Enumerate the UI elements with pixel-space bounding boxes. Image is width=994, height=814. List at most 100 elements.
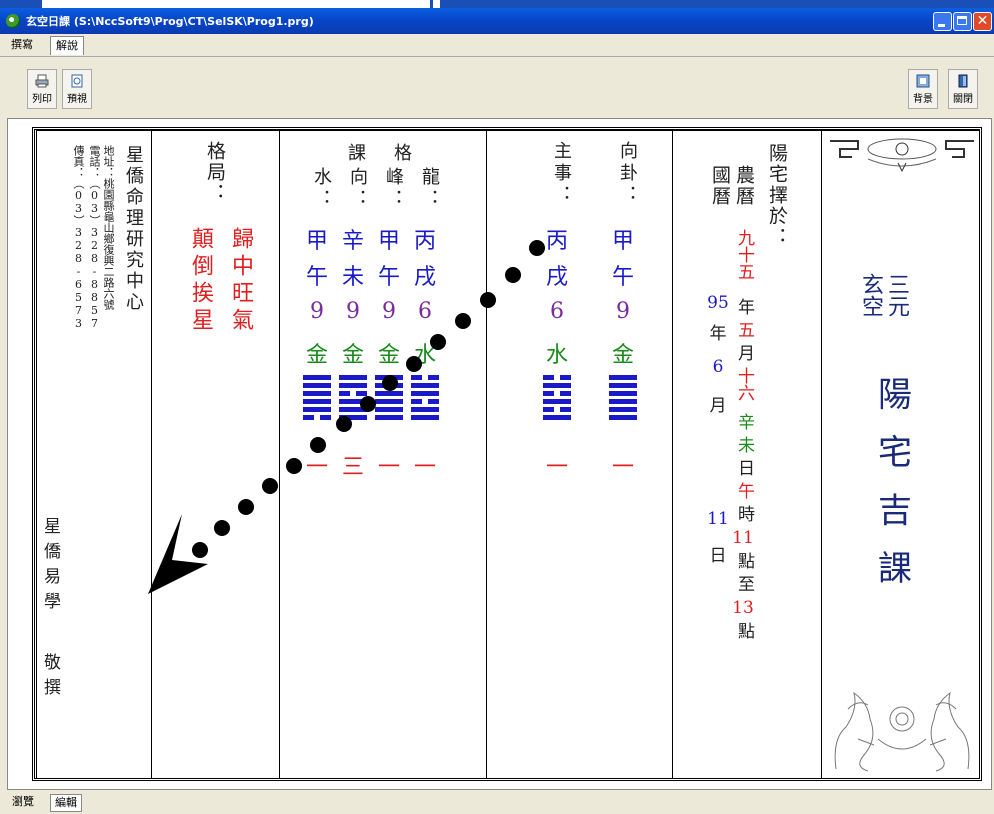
company-address: 地址：桃園縣龜山鄉復興二路六號 bbox=[102, 145, 115, 310]
xianggua-element: 金 bbox=[611, 343, 634, 368]
title-main-0: 陽 bbox=[878, 375, 912, 415]
preview-label: 預視 bbox=[67, 94, 87, 105]
lunar-lunar_month-2: 五 bbox=[734, 321, 754, 338]
window-title: 玄空日課 (S:\NccSoft9\Prog\CT\SelSK\Prog1.pr… bbox=[26, 15, 314, 28]
kege-label-0: 水： bbox=[311, 167, 332, 211]
lunar-label: 農曆 bbox=[733, 165, 755, 207]
kege-col-3-branch: 戌 bbox=[413, 265, 436, 290]
kege-col-3-sub: 一 bbox=[413, 455, 436, 480]
kege-col-3-num: 6 bbox=[418, 299, 432, 324]
arrow-dot bbox=[529, 240, 545, 256]
kege-label-2: 峰： bbox=[383, 167, 404, 211]
kege-label-3: 龍： bbox=[419, 167, 440, 211]
arrow-dot bbox=[430, 334, 446, 350]
lunar-day_ganzhi_zhi-6: 未 bbox=[734, 436, 754, 453]
zhushi-sub: 一 bbox=[545, 455, 568, 480]
arrow-dot bbox=[238, 499, 254, 515]
date-header: 陽宅擇於： bbox=[766, 143, 788, 248]
solar-year_unit: 年 bbox=[709, 324, 727, 344]
kege-col-0-branch: 午 bbox=[305, 265, 328, 290]
kege-col-1-num: 9 bbox=[346, 299, 360, 324]
desktop-strip bbox=[0, 0, 994, 8]
background-icon bbox=[916, 74, 930, 88]
bottom-tab-bar: 瀏覽 編輯 bbox=[0, 790, 994, 814]
solar-solar_year: 95 bbox=[707, 293, 729, 313]
maximize-button[interactable] bbox=[953, 12, 972, 31]
minimize-icon bbox=[938, 24, 945, 27]
sign-name: 星僑易學 bbox=[40, 517, 60, 617]
lunar-hour_to-13: 13 bbox=[732, 598, 754, 618]
arrow-dot bbox=[286, 458, 302, 474]
tab-explain[interactable]: 解說 bbox=[50, 36, 84, 55]
zhushi-element: 水 bbox=[545, 343, 568, 368]
print-button[interactable]: 列印 bbox=[27, 69, 57, 109]
lunar-hour_unit-9: 時 bbox=[734, 505, 754, 522]
solar-solar_month: 6 bbox=[712, 357, 724, 377]
solar-solar_day: 11 bbox=[707, 509, 729, 529]
kege-col-1-stem: 辛 bbox=[341, 229, 364, 254]
kege-col-2-stem: 甲 bbox=[377, 229, 400, 254]
arrow-dot bbox=[336, 416, 352, 432]
zhushi-branch: 戌 bbox=[545, 265, 568, 290]
solar-month_unit: 月 bbox=[709, 396, 727, 416]
print-label: 列印 bbox=[32, 94, 52, 105]
preview-icon bbox=[71, 74, 83, 88]
lunar-day_ganzhi_gan-5: 辛 bbox=[734, 413, 754, 430]
xianggua-sub: 一 bbox=[611, 455, 634, 480]
kege-col-2-element: 金 bbox=[377, 343, 400, 368]
zhushi-header: 主事： bbox=[551, 141, 572, 207]
background-button[interactable]: 背景 bbox=[908, 69, 938, 109]
title-bar[interactable]: 玄空日課 (S:\NccSoft9\Prog\CT\SelSK\Prog1.pr… bbox=[0, 8, 994, 34]
lunar-day_unit-7: 日 bbox=[734, 459, 754, 476]
title-main-1: 宅 bbox=[878, 433, 912, 473]
geju-text-2: 顛倒挨星 bbox=[188, 227, 213, 335]
lunar-to-12: 至 bbox=[734, 575, 754, 592]
background-label: 背景 bbox=[913, 94, 933, 105]
kege-col-2-num: 9 bbox=[382, 299, 396, 324]
zhushi-stem: 丙 bbox=[545, 229, 568, 254]
xianggua-header: 向卦： bbox=[617, 141, 638, 207]
zhushi-num: 6 bbox=[550, 299, 564, 324]
title-main-3: 課 bbox=[878, 549, 912, 589]
tab-browse[interactable]: 瀏覽 bbox=[8, 794, 38, 810]
kege-label-1: 向： bbox=[347, 167, 368, 211]
printer-icon bbox=[35, 74, 49, 88]
toolbar: 列印 預視 背景 關閉 bbox=[0, 56, 994, 119]
arrow-dot bbox=[310, 437, 326, 453]
kege-col-0-element: 金 bbox=[305, 343, 328, 368]
exit-door-icon bbox=[958, 74, 968, 88]
arrow-dot bbox=[455, 313, 471, 329]
close-button[interactable]: 關閉 bbox=[948, 69, 978, 109]
lunar-year_unit-1: 年 bbox=[734, 298, 754, 315]
title-main-2: 吉 bbox=[878, 491, 912, 531]
tab-write[interactable]: 撰寫 bbox=[6, 36, 38, 54]
kege-col-3-trigram bbox=[411, 375, 439, 423]
arrow-dot bbox=[406, 356, 422, 372]
sign-action: 敬撰 bbox=[40, 653, 60, 703]
company-phone: 電話：（03）328-8857 bbox=[88, 145, 101, 330]
kege-col-3-stem: 丙 bbox=[413, 229, 436, 254]
company-fax: 傳真：（03）328-6573 bbox=[72, 145, 85, 330]
kege-col-1-sub: 三 bbox=[341, 455, 364, 480]
dragon-ornament bbox=[834, 691, 970, 772]
app-window: 玄空日課 (S:\NccSoft9\Prog\CT\SelSK\Prog1.pr… bbox=[0, 0, 994, 814]
xianggua-num: 9 bbox=[616, 299, 630, 324]
tab-edit[interactable]: 編輯 bbox=[50, 794, 82, 812]
arrow-dot bbox=[360, 396, 376, 412]
xianggua-branch: 午 bbox=[611, 265, 634, 290]
close-icon: ✕ bbox=[976, 13, 989, 29]
company-name: 星僑命理研究中心 bbox=[123, 145, 144, 313]
minimize-button[interactable] bbox=[933, 12, 952, 31]
lunar-hour_from-10: 11 bbox=[732, 528, 754, 548]
arrow-dot bbox=[382, 375, 398, 391]
xianggua-trigram bbox=[609, 375, 637, 423]
arrow-dot bbox=[262, 478, 278, 494]
solar-day_unit: 日 bbox=[709, 546, 727, 566]
close-label: 關閉 bbox=[953, 94, 973, 105]
lunar-lunar_year-0: 九十五 bbox=[734, 229, 754, 280]
arrow-dot bbox=[480, 292, 496, 308]
document-page: 星僑命理研究中心 地址：桃園縣龜山鄉復興二路六號 電話：（03）328-8857… bbox=[7, 118, 992, 790]
preview-button[interactable]: 預視 bbox=[62, 69, 92, 109]
close-window-button[interactable]: ✕ bbox=[973, 12, 992, 31]
kege-col-1-element: 金 bbox=[341, 343, 364, 368]
